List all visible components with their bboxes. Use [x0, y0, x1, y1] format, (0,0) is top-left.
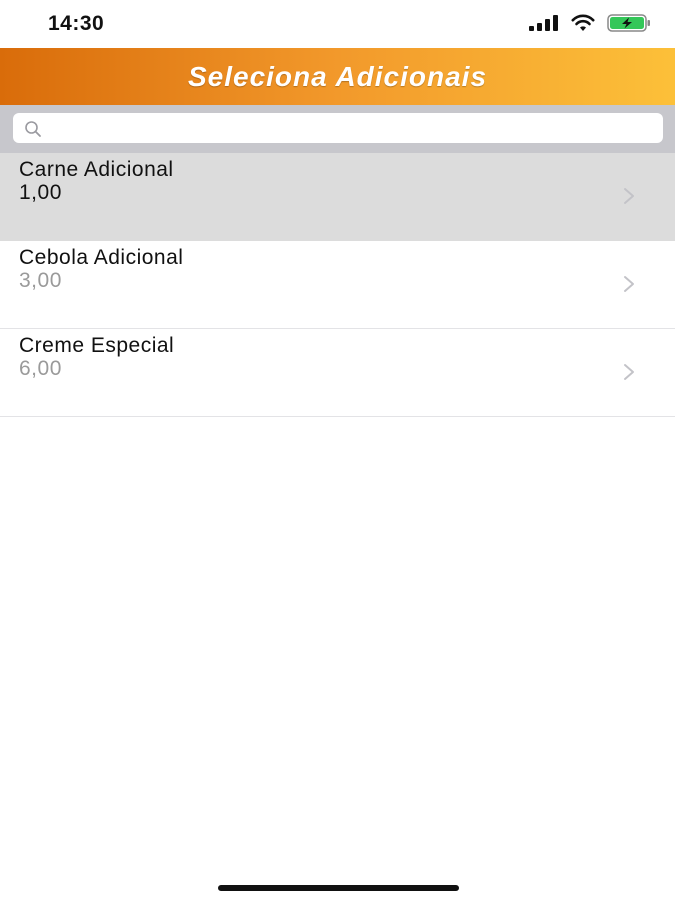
chevron-right-icon [623, 275, 635, 293]
item-name: Cebola Adicional [19, 246, 184, 269]
home-indicator[interactable] [218, 885, 459, 891]
status-icons [529, 14, 651, 37]
list-item[interactable]: Cebola Adicional 3,00 [0, 241, 675, 329]
item-price: 6,00 [19, 357, 62, 380]
search-bar [0, 105, 675, 153]
cellular-signal-icon [529, 15, 559, 36]
item-name: Carne Adicional [19, 158, 174, 181]
item-name: Creme Especial [19, 334, 175, 357]
status-bar: 14:30 [0, 0, 675, 48]
battery-charging-icon [607, 14, 651, 37]
additionals-list: Carne Adicional 1,00 Cebola Adicional 3,… [0, 153, 675, 417]
status-time: 14:30 [48, 12, 105, 35]
list-item[interactable]: Creme Especial 6,00 [0, 329, 675, 417]
search-icon [24, 120, 42, 138]
page-title: Seleciona Adicionais [187, 60, 488, 92]
chevron-right-icon [623, 363, 635, 381]
list-item[interactable]: Carne Adicional 1,00 [0, 153, 675, 241]
navigation-bar: Seleciona Adicionais [0, 48, 675, 105]
item-price: 3,00 [19, 269, 62, 292]
search-input[interactable] [13, 113, 663, 143]
chevron-right-icon [623, 187, 635, 205]
wifi-icon [571, 14, 595, 37]
item-price: 1,00 [19, 181, 62, 204]
